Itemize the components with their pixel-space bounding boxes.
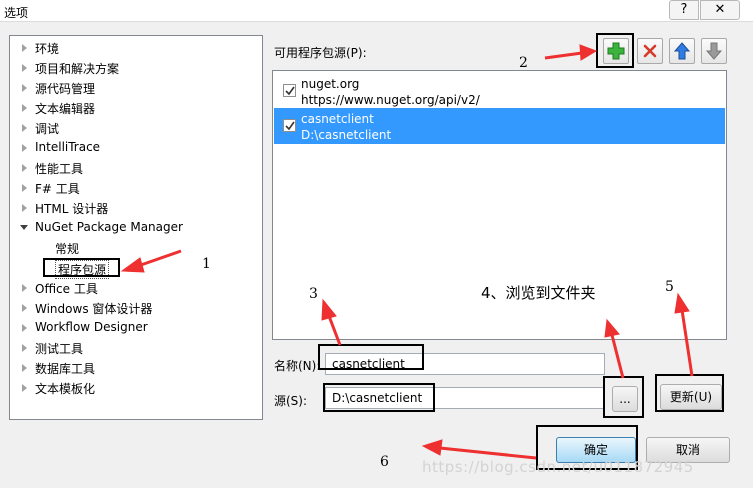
title-bar: 选项 ? ✕ <box>0 0 753 22</box>
tree-item[interactable]: 性能工具 <box>10 158 260 178</box>
tree-item[interactable]: HTML 设计器 <box>10 198 260 218</box>
source-item-casnetclient[interactable]: casnetclient D:\casnetclient <box>274 108 725 144</box>
checkmark-icon <box>285 86 295 96</box>
tree-item[interactable]: 数据库工具 <box>10 358 260 378</box>
tree-item-label: 项目和解决方案 <box>35 62 120 76</box>
blurred-background-text <box>30 1 33 11</box>
tree-item-label: HTML 设计器 <box>35 202 109 216</box>
collapsed-arrow-icon[interactable] <box>22 324 27 332</box>
tree-item[interactable]: IntelliTrace <box>10 138 260 158</box>
tree-item-label: 文本编辑器 <box>35 102 96 116</box>
tree-item[interactable]: 项目和解决方案 <box>10 58 260 78</box>
blurred-background-text-2 <box>30 11 33 21</box>
source-label: 源(S): <box>274 394 308 408</box>
collapsed-arrow-icon[interactable] <box>22 304 27 312</box>
collapsed-arrow-icon[interactable] <box>22 44 27 52</box>
annotation-number-3: 3 <box>309 286 318 302</box>
tree-item[interactable]: 文本编辑器 <box>10 98 260 118</box>
annotation-number-6: 6 <box>380 454 389 470</box>
help-button[interactable]: ? <box>669 0 699 20</box>
source-name: casnetclient <box>301 112 374 126</box>
collapsed-arrow-icon[interactable] <box>22 204 27 212</box>
available-sources-label: 可用程序包源(P): <box>274 46 367 60</box>
tree-item[interactable]: 源代码管理 <box>10 78 260 98</box>
source-url: https://www.nuget.org/api/v2/ <box>301 93 480 107</box>
tree-item[interactable]: Office 工具 <box>10 278 260 298</box>
gray-down-arrow-icon <box>705 42 723 60</box>
tree-item-label: Workflow Designer <box>35 320 148 334</box>
tree-item[interactable]: Workflow Designer <box>10 318 260 338</box>
watermark: https://blog.csdn.net/u011872945 <box>422 458 694 476</box>
collapsed-arrow-icon[interactable] <box>22 184 27 192</box>
collapsed-arrow-icon[interactable] <box>22 124 27 132</box>
annotation-number-2: 2 <box>519 55 528 71</box>
collapsed-arrow-icon[interactable] <box>22 344 27 352</box>
tree-item[interactable]: 文本模板化 <box>10 378 260 398</box>
tree-item-label: Office 工具 <box>35 282 98 296</box>
source-item-nuget-org[interactable]: nuget.org https://www.nuget.org/api/v2/ <box>274 73 725 109</box>
tree-item-label: IntelliTrace <box>35 140 101 154</box>
tree-item[interactable]: Windows 窗体设计器 <box>10 298 260 318</box>
tree-item[interactable]: 环境 <box>10 38 260 58</box>
tree-item-label: Windows 窗体设计器 <box>35 302 153 316</box>
collapsed-arrow-icon[interactable] <box>22 384 27 392</box>
annotation-text-4: 4、浏览到文件夹 <box>481 284 596 302</box>
move-up-button[interactable] <box>669 38 695 64</box>
collapsed-arrow-icon[interactable] <box>22 104 27 112</box>
tree-item[interactable]: NuGet Package Manager <box>10 218 260 238</box>
collapsed-arrow-icon[interactable] <box>22 144 27 152</box>
collapsed-arrow-icon[interactable] <box>22 364 27 372</box>
annotation-box-package-sources <box>43 258 120 277</box>
collapsed-arrow-icon[interactable] <box>22 164 27 172</box>
tree-item-label: 文本模板化 <box>35 382 96 396</box>
tree-item-label: 调试 <box>35 122 60 136</box>
annotation-box-source <box>323 383 435 412</box>
source-url: D:\casnetclient <box>301 128 392 142</box>
blue-up-arrow-icon <box>673 42 691 60</box>
move-down-button[interactable] <box>701 38 727 64</box>
source-enabled-checkbox[interactable] <box>283 119 296 132</box>
remove-source-button[interactable] <box>637 38 663 64</box>
checkmark-icon <box>285 121 295 131</box>
tree-item-label: 环境 <box>35 42 60 56</box>
tree-item[interactable]: 常规 <box>10 238 260 258</box>
tree-item-label: 性能工具 <box>35 162 84 176</box>
tree-item-label: 测试工具 <box>35 342 84 356</box>
tree-item-label: 常规 <box>55 242 80 256</box>
annotation-box-browse <box>603 376 644 418</box>
annotation-box-add-button <box>596 33 634 68</box>
arrow-2-icon <box>544 44 598 61</box>
tree-item-label: 源代码管理 <box>35 82 96 96</box>
tree-item-label: F# 工具 <box>35 182 80 196</box>
options-tree[interactable]: 环境项目和解决方案 源代码管理文本编辑器调试 IntelliTrace 性能工具 F# … <box>9 35 263 420</box>
name-label: 名称(N): <box>274 359 321 373</box>
expanded-arrow-icon[interactable] <box>20 225 28 230</box>
red-x-icon <box>643 44 657 58</box>
collapsed-arrow-icon[interactable] <box>22 84 27 92</box>
collapsed-arrow-icon[interactable] <box>22 284 27 292</box>
annotation-box-name <box>318 344 424 370</box>
tree-item-label: 数据库工具 <box>35 362 96 376</box>
tree-item-label: NuGet Package Manager <box>35 220 183 234</box>
annotation-number-1: 1 <box>202 256 211 272</box>
source-name: nuget.org <box>301 77 360 91</box>
annotation-box-update <box>655 374 724 412</box>
tree-item[interactable]: 调试 <box>10 118 260 138</box>
close-button[interactable]: ✕ <box>700 0 740 20</box>
annotation-number-5: 5 <box>665 279 674 295</box>
collapsed-arrow-icon[interactable] <box>22 64 27 72</box>
window-title: 选项 <box>4 6 29 20</box>
tree-item[interactable]: 测试工具 <box>10 338 260 358</box>
source-enabled-checkbox[interactable] <box>283 84 296 97</box>
arrow-6-icon <box>421 439 537 460</box>
tree-item[interactable]: F# 工具 <box>10 178 260 198</box>
